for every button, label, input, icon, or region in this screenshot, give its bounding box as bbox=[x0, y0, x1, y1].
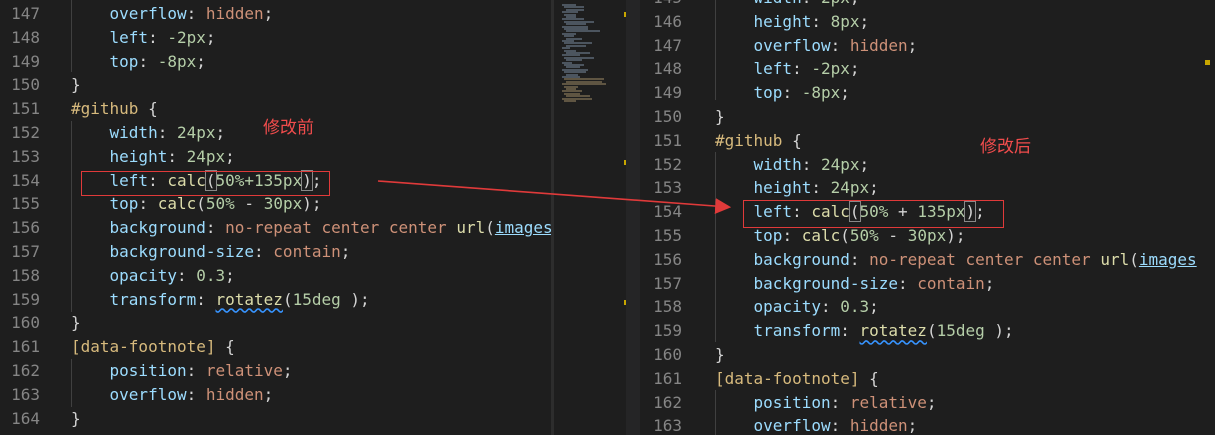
change-arrow bbox=[377, 180, 732, 215]
change-marker bbox=[1205, 60, 1210, 65]
